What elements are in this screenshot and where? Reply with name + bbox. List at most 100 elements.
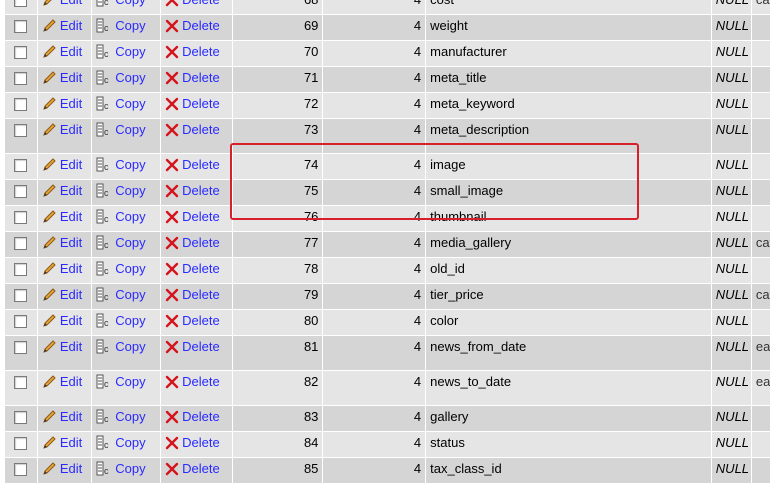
edit-button[interactable]: Edit: [42, 409, 82, 424]
attribute-id: 78: [303, 261, 319, 276]
attribute-id: 73: [303, 122, 319, 137]
delete-button[interactable]: Delete: [165, 313, 220, 328]
copy-label: Copy: [115, 435, 146, 450]
copy-button[interactable]: c Copy: [96, 157, 146, 172]
delete-button[interactable]: Delete: [165, 0, 220, 7]
edit-button[interactable]: Edit: [42, 122, 82, 137]
table-row: Edit c Copy Delete 81 4 news_from_date N…: [5, 336, 770, 370]
null-cell: NULL: [711, 41, 751, 66]
delete-button[interactable]: Delete: [165, 183, 220, 198]
copy-button[interactable]: c Copy: [96, 183, 146, 198]
edit-button[interactable]: Edit: [42, 183, 82, 198]
delete-button[interactable]: Delete: [165, 96, 220, 111]
edit-button[interactable]: Edit: [42, 0, 82, 7]
table-row: Edit c Copy Delete 73 4 meta_description…: [5, 119, 770, 153]
delete-button[interactable]: Delete: [165, 261, 220, 276]
row-checkbox[interactable]: [14, 315, 27, 328]
copy-button[interactable]: c Copy: [96, 461, 146, 476]
edit-button[interactable]: Edit: [42, 157, 82, 172]
delete-button[interactable]: Delete: [165, 44, 220, 59]
copy-button[interactable]: c Copy: [96, 339, 146, 354]
edit-button[interactable]: Edit: [42, 70, 82, 85]
edit-button[interactable]: Edit: [42, 235, 82, 250]
edit-button[interactable]: Edit: [42, 435, 82, 450]
edit-button[interactable]: Edit: [42, 44, 82, 59]
row-checkbox[interactable]: [14, 159, 27, 172]
delete-button[interactable]: Delete: [165, 235, 220, 250]
delete-button[interactable]: Delete: [165, 409, 220, 424]
edit-button[interactable]: Edit: [42, 18, 82, 33]
row-checkbox[interactable]: [14, 237, 27, 250]
delete-button[interactable]: Delete: [165, 209, 220, 224]
copy-button[interactable]: c Copy: [96, 435, 146, 450]
edit-label: Edit: [59, 235, 83, 250]
row-checkbox[interactable]: [14, 289, 27, 302]
copy-button[interactable]: c Copy: [96, 374, 146, 389]
delete-label: Delete: [182, 70, 220, 85]
row-checkbox[interactable]: [14, 376, 27, 389]
copy-button[interactable]: c Copy: [96, 287, 146, 302]
copy-button[interactable]: c Copy: [96, 409, 146, 424]
row-checkbox[interactable]: [14, 185, 27, 198]
delete-button[interactable]: Delete: [165, 435, 220, 450]
truncated-cell: [751, 41, 770, 66]
attribute-code: image: [430, 157, 466, 172]
edit-label: Edit: [59, 461, 83, 476]
delete-cell: Delete: [161, 67, 232, 92]
copy-button[interactable]: c Copy: [96, 18, 146, 33]
attribute-id: 74: [303, 157, 319, 172]
row-checkbox[interactable]: [14, 72, 27, 85]
edit-button[interactable]: Edit: [42, 461, 82, 476]
delete-label: Delete: [182, 461, 220, 476]
delete-button[interactable]: Delete: [165, 339, 220, 354]
copy-button[interactable]: c Copy: [96, 122, 146, 137]
row-checkbox[interactable]: [14, 20, 27, 33]
row-checkbox[interactable]: [14, 463, 27, 476]
row-checkbox[interactable]: [14, 46, 27, 59]
edit-cell: Edit: [37, 67, 92, 92]
copy-button[interactable]: c Copy: [96, 261, 146, 276]
delete-button[interactable]: Delete: [165, 157, 220, 172]
attribute-code-cell: small_image: [426, 180, 711, 205]
delete-cell: Delete: [161, 15, 232, 40]
copy-button[interactable]: c Copy: [96, 0, 146, 7]
edit-button[interactable]: Edit: [42, 313, 82, 328]
row-checkbox[interactable]: [14, 211, 27, 224]
row-checkbox[interactable]: [14, 263, 27, 276]
copy-button[interactable]: c Copy: [96, 44, 146, 59]
row-checkbox[interactable]: [14, 411, 27, 424]
row-checkbox[interactable]: [14, 341, 27, 354]
edit-button[interactable]: Edit: [42, 374, 82, 389]
edit-button[interactable]: Edit: [42, 209, 82, 224]
row-checkbox[interactable]: [14, 0, 27, 7]
delete-button[interactable]: Delete: [165, 70, 220, 85]
edit-button[interactable]: Edit: [42, 287, 82, 302]
delete-button[interactable]: Delete: [165, 461, 220, 476]
delete-button[interactable]: Delete: [165, 287, 220, 302]
row-checkbox[interactable]: [14, 437, 27, 450]
entity-type-id: 4: [413, 339, 422, 354]
table-row: Edit c Copy Delete 84 4 status NULL: [5, 432, 770, 457]
entity-type-id: 4: [414, 0, 421, 7]
truncated-cell: [751, 180, 770, 205]
attribute-id: 76: [303, 209, 319, 224]
attribute-id: 85: [303, 461, 319, 476]
row-checkbox[interactable]: [14, 124, 27, 137]
row-checkbox[interactable]: [14, 98, 27, 111]
edit-button[interactable]: Edit: [42, 339, 82, 354]
pencil-icon: [43, 436, 56, 449]
copy-button[interactable]: c Copy: [96, 96, 146, 111]
attribute-id: 75: [303, 183, 319, 198]
copy-button[interactable]: c Copy: [96, 209, 146, 224]
delete-button[interactable]: Delete: [165, 18, 220, 33]
copy-button[interactable]: c Copy: [96, 235, 146, 250]
edit-label: Edit: [59, 96, 83, 111]
delete-button[interactable]: Delete: [165, 374, 220, 389]
edit-cell: Edit: [37, 458, 92, 483]
copy-button[interactable]: c Copy: [96, 313, 146, 328]
edit-button[interactable]: Edit: [42, 96, 82, 111]
delete-cell: Delete: [161, 154, 232, 179]
edit-button[interactable]: Edit: [42, 261, 82, 276]
delete-button[interactable]: Delete: [165, 122, 220, 137]
copy-button[interactable]: c Copy: [96, 70, 146, 85]
